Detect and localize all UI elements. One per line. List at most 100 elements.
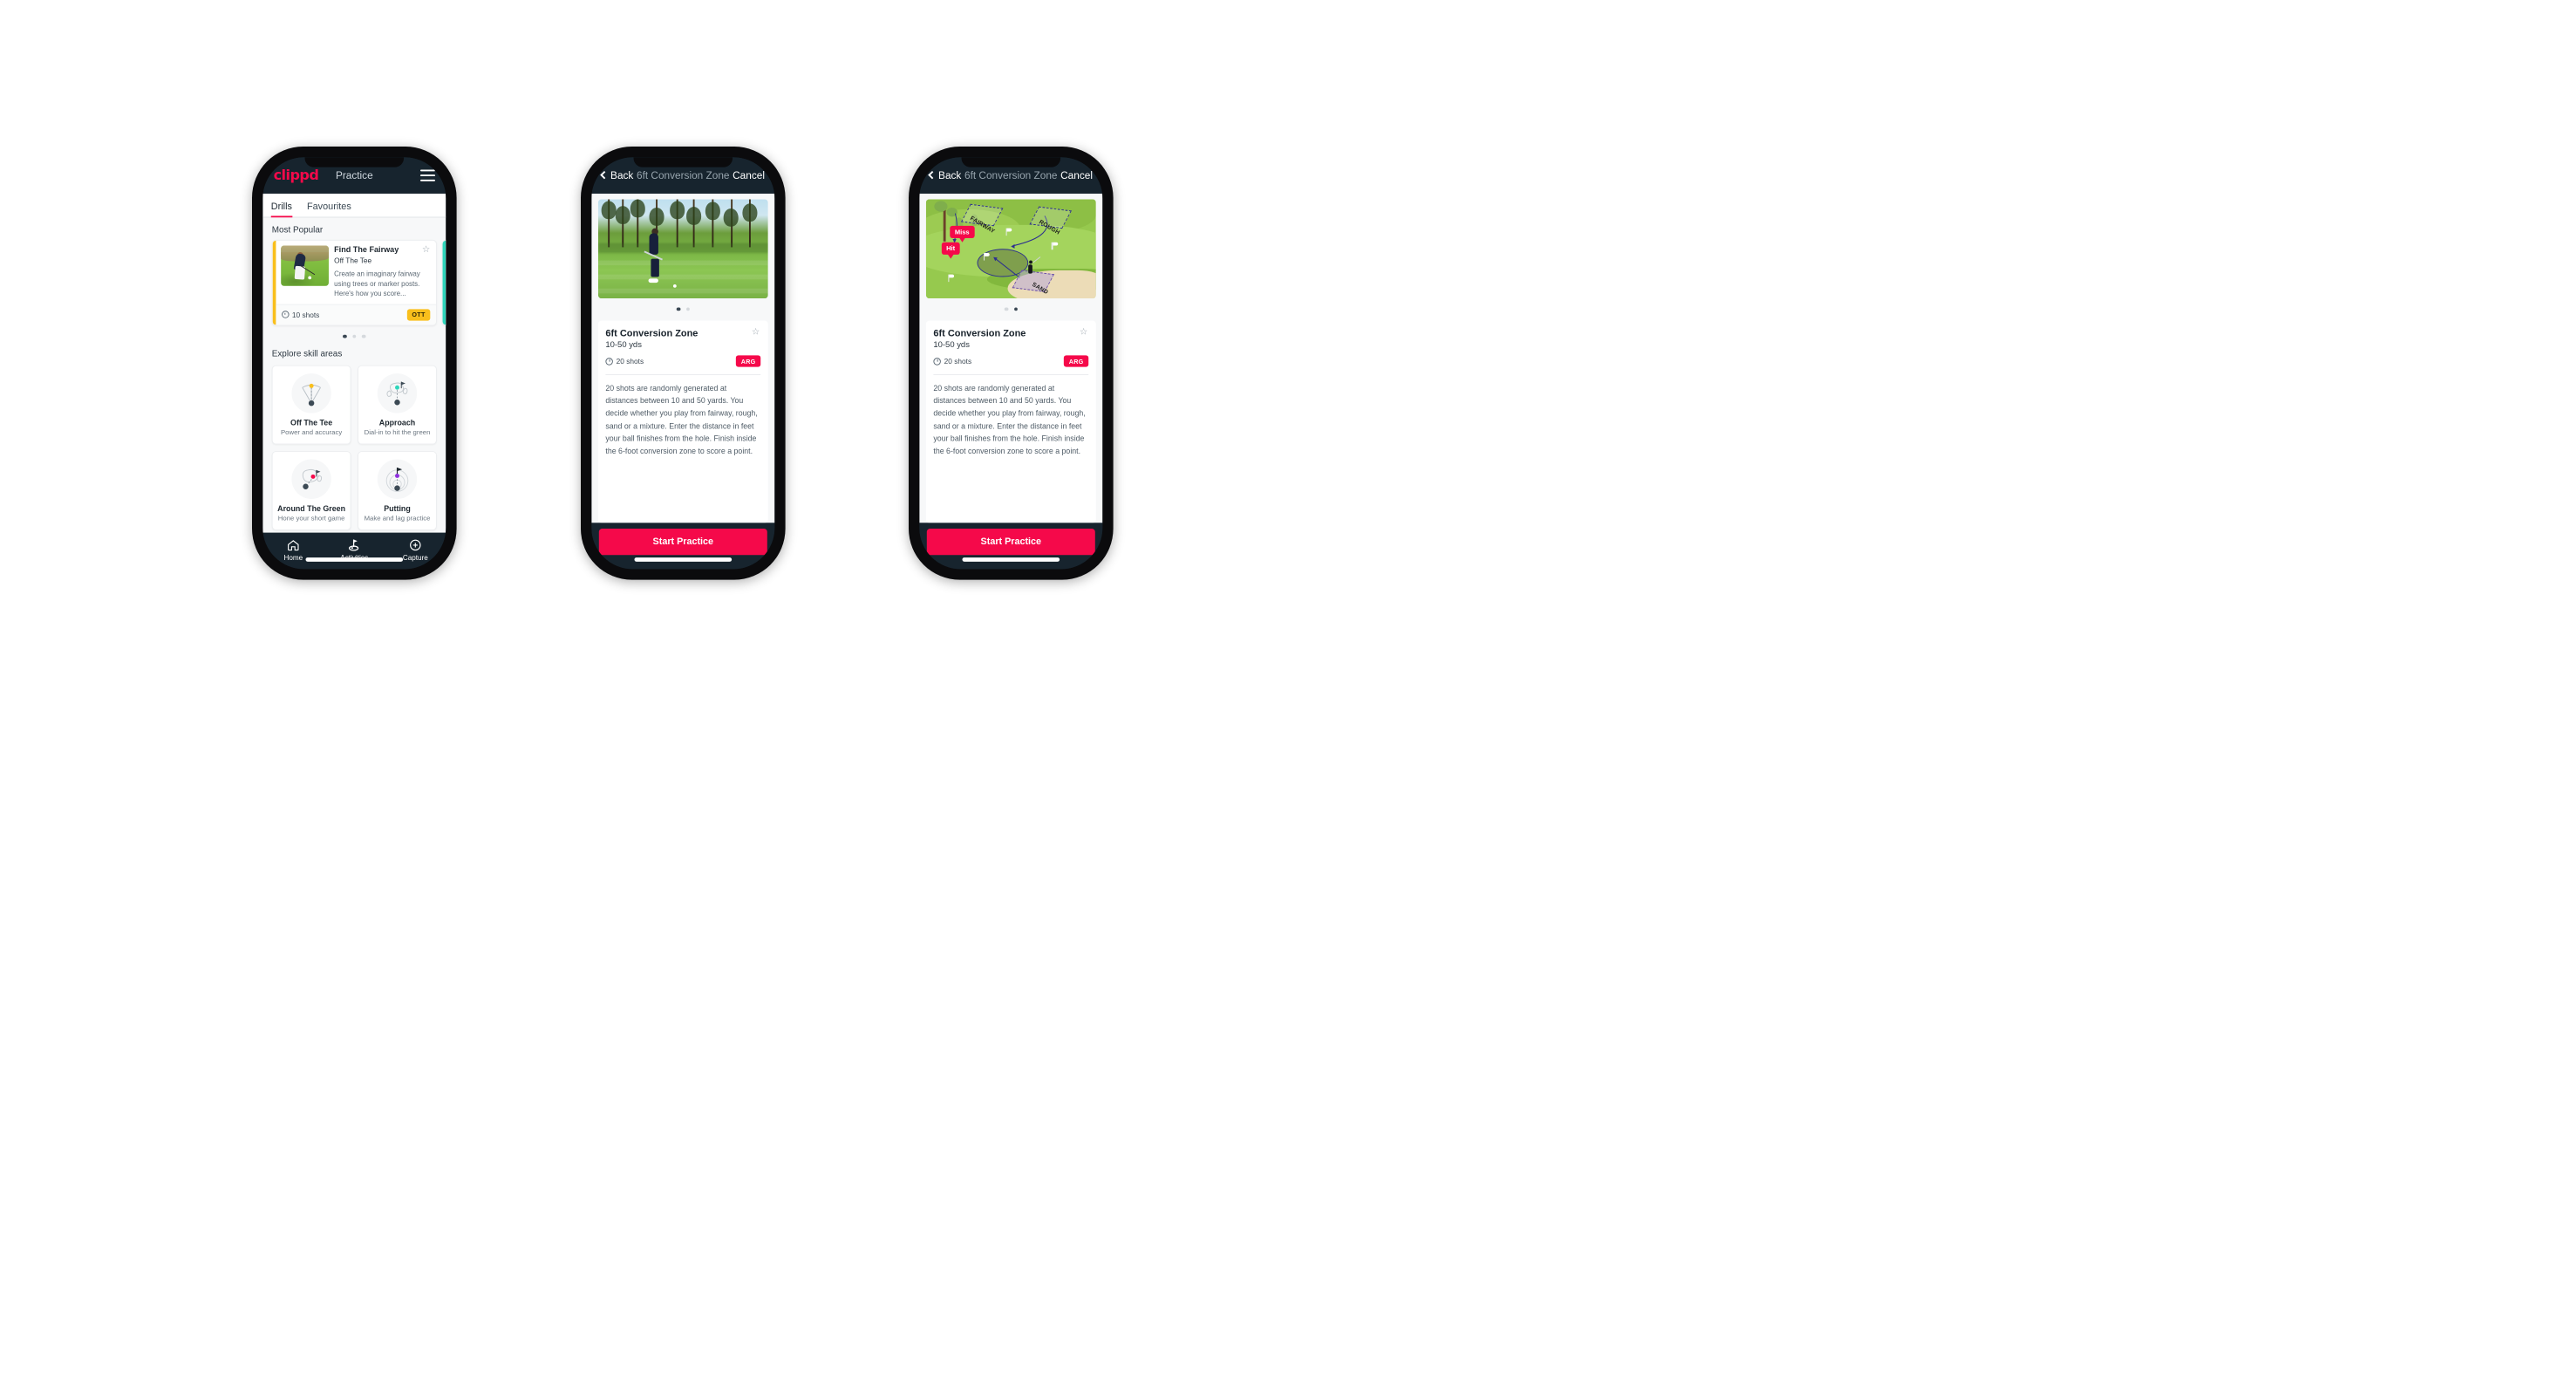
cta-container: Start Practice xyxy=(919,523,1103,570)
start-practice-button[interactable]: Start Practice xyxy=(926,528,1095,556)
device-notch xyxy=(961,157,1061,167)
media-dot[interactable] xyxy=(1013,307,1018,311)
drill-distance: 10-50 yds xyxy=(605,340,642,351)
approach-green-icon xyxy=(377,373,418,413)
device-notch xyxy=(633,157,733,167)
card-accent-bar xyxy=(442,240,446,325)
mockup-stage: clippd Practice Drills Favourites Most P… xyxy=(0,0,2576,1387)
drill-info-card: 6ft Conversion Zone 10-50 yds ☆ 20 shots… xyxy=(597,320,768,523)
clock-icon xyxy=(281,311,290,318)
skill-name: Putting xyxy=(384,503,411,513)
cancel-button[interactable]: Cancel xyxy=(1060,169,1093,181)
detail-content: 6ft Conversion Zone 10-50 yds ☆ 20 shots… xyxy=(591,193,775,523)
hamburger-menu-icon[interactable] xyxy=(419,169,436,181)
drill-info-card: 6ft Conversion Zone 10-50 yds ☆ 20 shots… xyxy=(925,320,1096,523)
shot-count-label: 20 shots xyxy=(616,357,644,366)
skill-card-around-the-green[interactable]: Around The Green Hone your short game xyxy=(271,451,351,530)
media-dot[interactable] xyxy=(676,307,680,311)
drill-title: Find The Fairway xyxy=(334,245,399,255)
tab-bar: Drills Favourites xyxy=(262,193,446,218)
shot-count: 20 shots xyxy=(605,358,644,366)
home-indicator xyxy=(962,557,1060,562)
device-notch xyxy=(304,157,405,167)
drill-description: 20 shots are randomly generated at dista… xyxy=(605,384,758,455)
skill-badge: OTT xyxy=(406,308,431,321)
phone-detail-screen: Back 6ft Conversion Zone Cancel 6ft Conv… xyxy=(581,147,786,580)
drill-description: 20 shots are randomly generated at dista… xyxy=(933,384,1086,455)
skill-card-putting[interactable]: Putting Make and lag practice xyxy=(358,451,437,530)
media-pagination[interactable] xyxy=(919,298,1102,314)
tab-drills[interactable]: Drills xyxy=(270,202,299,218)
drill-description: Create an imaginary fairway using trees … xyxy=(334,269,420,298)
course-diagram-illustration[interactable]: FAIRWAY ROUGH SAND Miss Hit xyxy=(925,199,1096,299)
tee-dispersion-icon xyxy=(291,373,331,413)
clock-icon xyxy=(605,358,613,366)
drill-video-thumbnail[interactable] xyxy=(597,199,768,299)
skill-name: Around The Green xyxy=(277,503,346,513)
drill-title: 6ft Conversion Zone xyxy=(605,328,699,339)
skill-card-off-the-tee[interactable]: Off The Tee Power and accuracy xyxy=(271,365,351,445)
drill-thumbnail xyxy=(280,245,329,286)
back-label: Back xyxy=(610,169,634,181)
explore-label: Explore skill areas xyxy=(271,348,343,359)
chip-green-icon xyxy=(291,459,331,499)
shot-count-label: 20 shots xyxy=(944,357,972,366)
drill-carousel[interactable]: Find The Fairway Off The Tee ☆ Create an… xyxy=(262,239,446,325)
practice-content: Most Popular Find The Fairway Off The Te… xyxy=(262,217,446,533)
phone-diagram-screen: Back 6ft Conversion Zone Cancel FAIRWAY … xyxy=(909,147,1114,580)
start-practice-button[interactable]: Start Practice xyxy=(598,528,767,556)
putting-rings-icon xyxy=(377,459,418,499)
clock-icon xyxy=(933,358,941,366)
media-pagination[interactable] xyxy=(591,298,774,314)
skill-badge: ARG xyxy=(736,355,761,367)
favourite-star-icon[interactable]: ☆ xyxy=(752,328,760,337)
skill-desc: Hone your short game xyxy=(277,514,345,523)
drill-title: 6ft Conversion Zone xyxy=(933,328,1026,339)
skill-desc: Dial-in to hit the green xyxy=(364,428,431,436)
drill-card[interactable]: Find The Fairway Off The Tee ☆ Create an… xyxy=(271,239,437,325)
chevron-left-icon xyxy=(928,170,937,180)
carousel-dot[interactable] xyxy=(361,334,366,338)
back-button[interactable]: Back xyxy=(928,169,962,181)
back-label: Back xyxy=(938,169,962,181)
drill-card-next-peek[interactable] xyxy=(441,239,446,325)
home-icon xyxy=(262,537,324,551)
tab-favourites[interactable]: Favourites xyxy=(307,202,358,216)
drill-subtitle: Off The Tee xyxy=(334,256,372,265)
bottom-navigation: Home Activities xyxy=(262,532,446,570)
cancel-button[interactable]: Cancel xyxy=(733,169,765,181)
shot-count: 20 shots xyxy=(933,358,971,366)
nav-title: 6ft Conversion Zone xyxy=(637,169,730,181)
golf-green-flag-icon xyxy=(324,537,385,551)
skill-desc: Power and accuracy xyxy=(281,428,343,436)
skill-areas-grid: Off The Tee Power and accuracy Approach … xyxy=(262,364,446,533)
skill-name: Approach xyxy=(378,418,416,427)
favourite-star-icon[interactable]: ☆ xyxy=(1080,328,1088,337)
back-button[interactable]: Back xyxy=(600,169,634,181)
home-indicator xyxy=(634,557,733,562)
skill-card-approach[interactable]: Approach Dial-in to hit the green xyxy=(358,365,437,445)
carousel-dot[interactable] xyxy=(352,334,357,338)
plus-circle-icon xyxy=(385,537,446,551)
shot-count: 10 shots xyxy=(281,310,320,319)
detail-content: FAIRWAY ROUGH SAND Miss Hit 6ft Conversi… xyxy=(919,193,1103,523)
drill-distance: 10-50 yds xyxy=(933,340,970,351)
skill-name: Off The Tee xyxy=(290,418,333,427)
cta-container: Start Practice xyxy=(591,523,775,570)
skill-badge: ARG xyxy=(1064,355,1089,367)
callout-miss: Miss xyxy=(950,226,975,243)
media-dot[interactable] xyxy=(685,307,690,311)
carousel-dot[interactable] xyxy=(343,334,347,338)
callout-hit: Hit xyxy=(941,242,960,259)
clippd-logo[interactable]: clippd xyxy=(274,167,319,184)
media-dot[interactable] xyxy=(1004,307,1008,311)
chevron-left-icon xyxy=(600,170,609,180)
skill-desc: Make and lag practice xyxy=(364,514,431,523)
favourite-star-icon[interactable]: ☆ xyxy=(422,245,431,255)
phone-practice-screen: clippd Practice Drills Favourites Most P… xyxy=(252,147,457,580)
carousel-pagination[interactable] xyxy=(262,325,446,341)
home-indicator xyxy=(305,557,404,562)
most-popular-label: Most Popular xyxy=(271,224,324,236)
shot-count-label: 10 shots xyxy=(291,310,320,319)
nav-title: 6ft Conversion Zone xyxy=(964,169,1058,181)
